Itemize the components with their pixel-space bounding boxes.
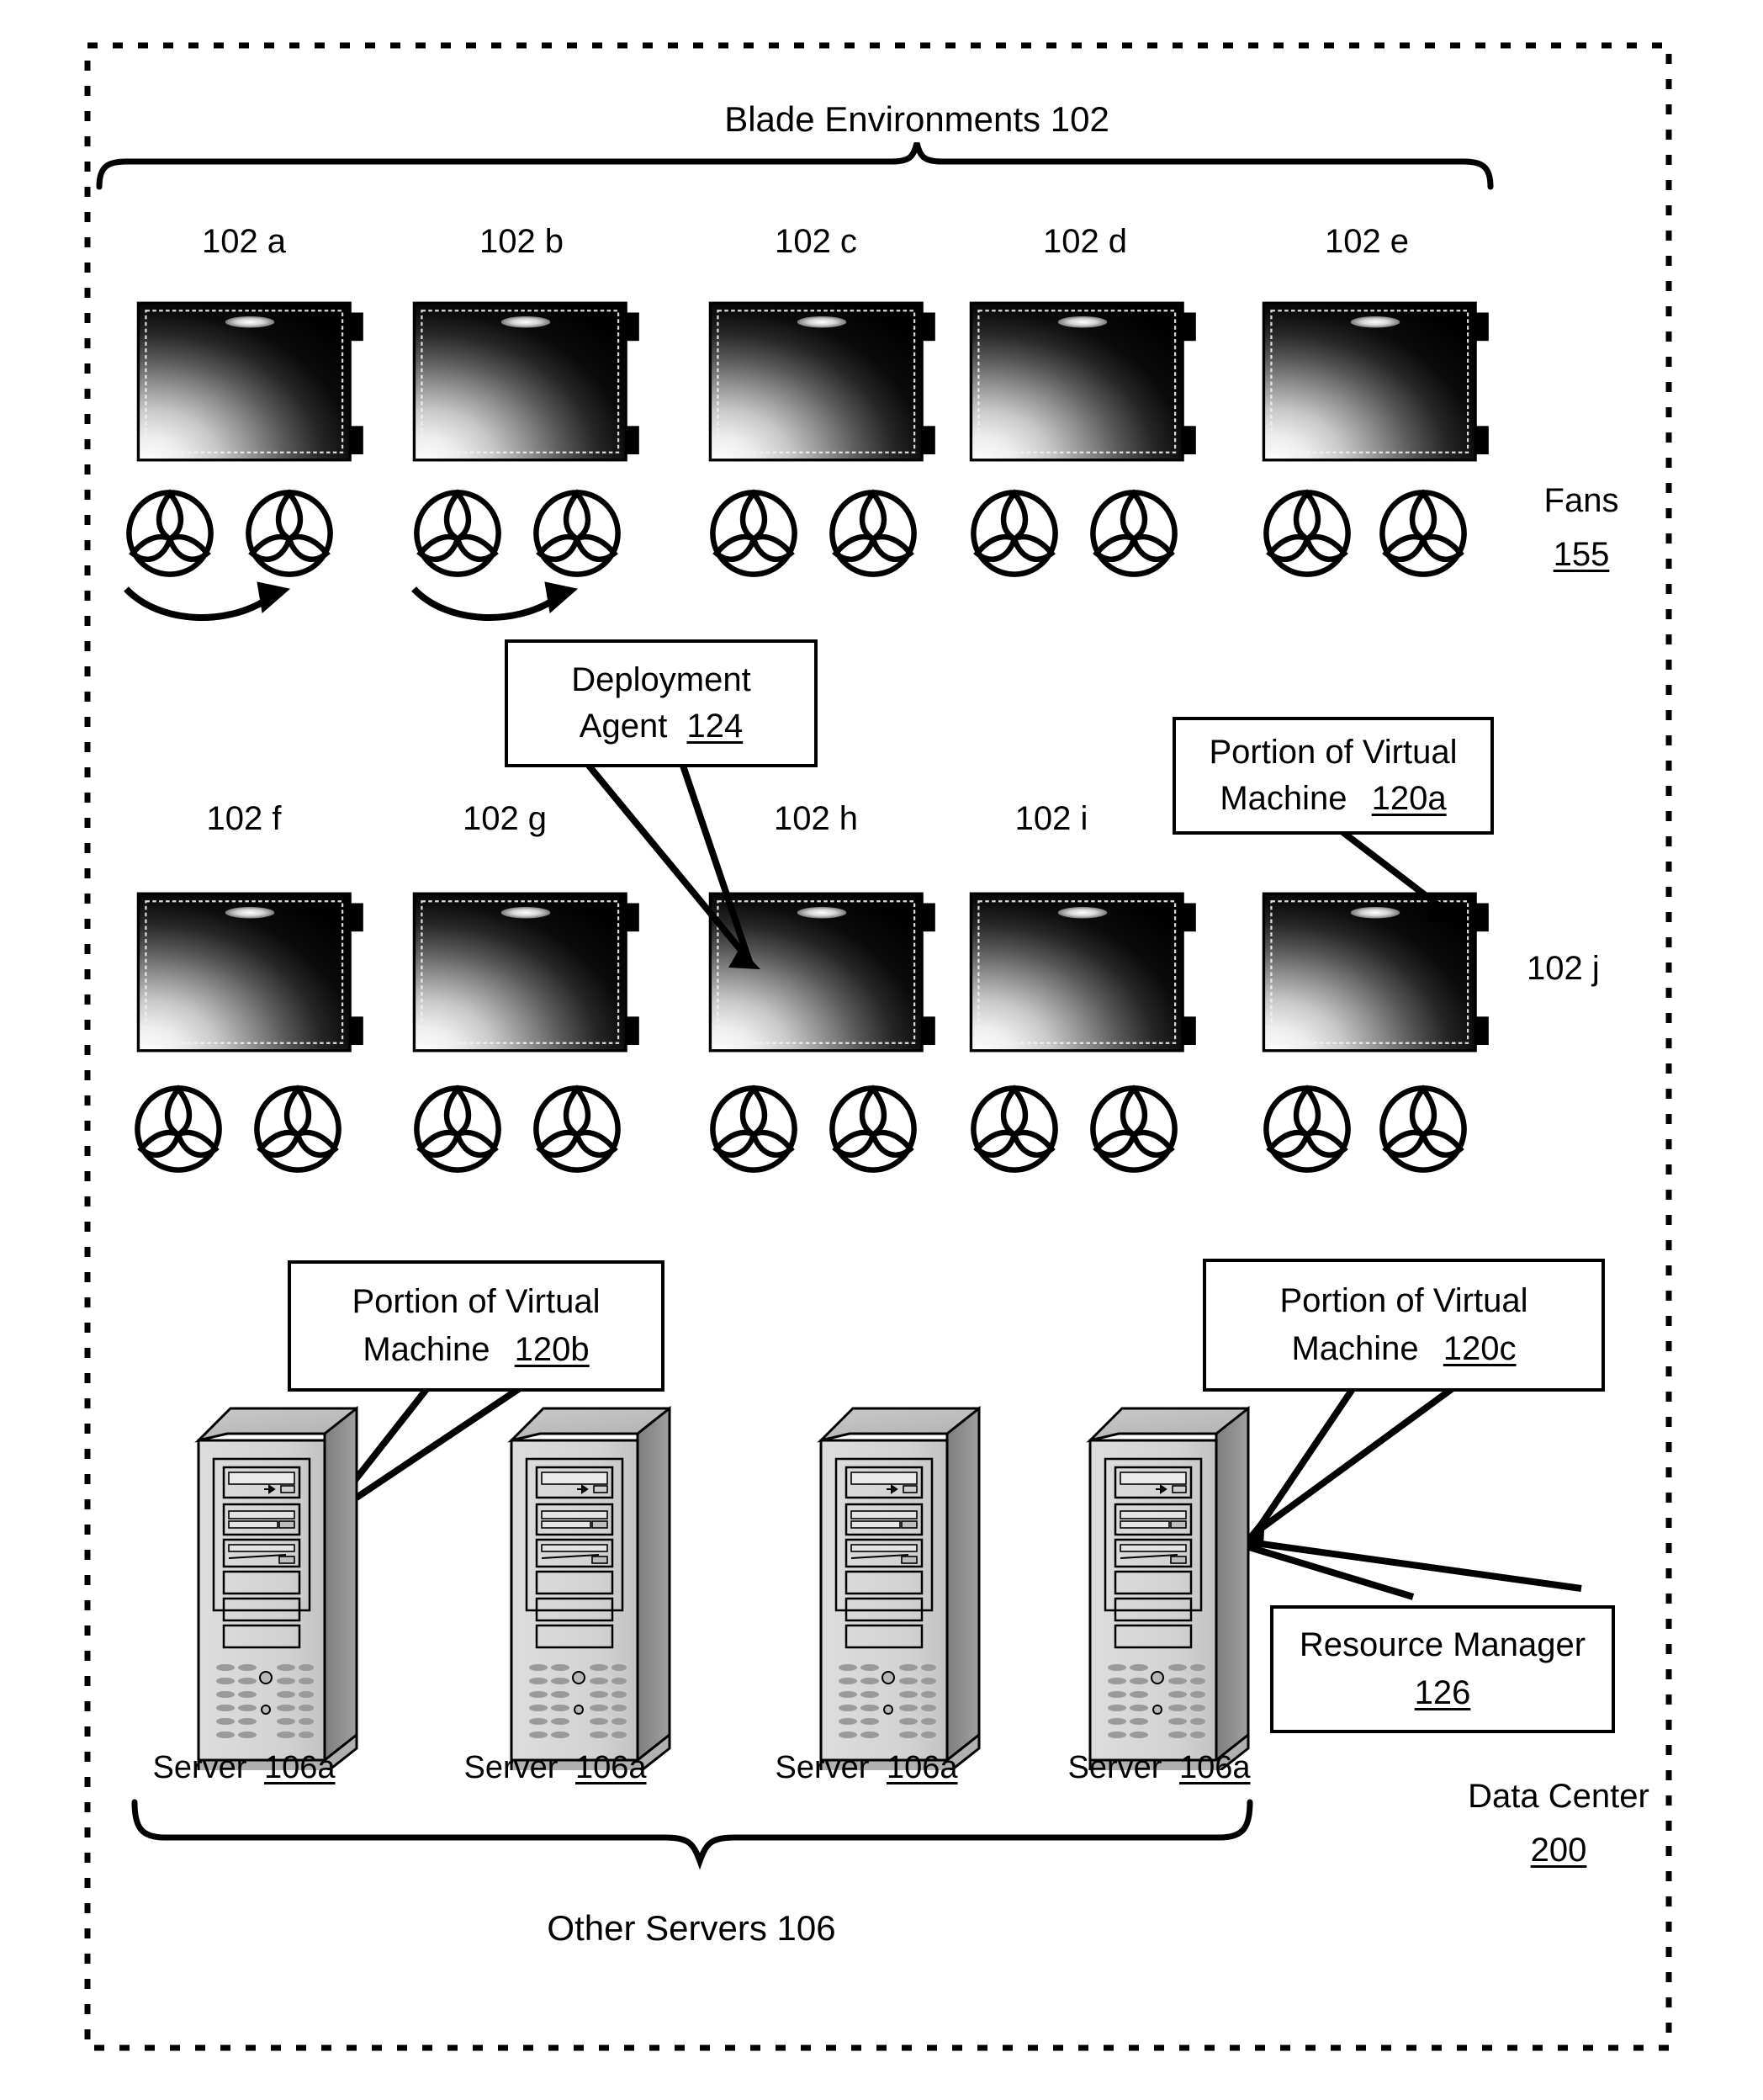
rotation-arrow-icon [124, 581, 291, 621]
callout-vm-120c-line2: Machine 120c [1291, 1330, 1516, 1368]
blade-label-102a: 102 a [201, 223, 287, 260]
blade-label-102f: 102 f [206, 800, 282, 837]
callout-vm-120a-text: Machine [1220, 780, 1347, 817]
callout-vm-120b-line2: Machine 120b [363, 1331, 589, 1369]
callout-deployment-agent-line1: Deployment [571, 661, 751, 698]
server-label-2-text: Server [463, 1750, 559, 1785]
vm120c-leader [1252, 1383, 1458, 1536]
blade-102e-icon [1262, 301, 1489, 462]
callout-vm-120a-line2: Machine 120a [1220, 780, 1446, 818]
fan-icon [536, 492, 617, 574]
callout-vm-120c[interactable]: Portion of Virtual Machine 120c [1203, 1259, 1605, 1392]
blade-102f-icon [136, 892, 363, 1053]
fan-icon [536, 1088, 617, 1169]
rotation-arrow-icon [411, 581, 579, 621]
fan-icon [257, 1088, 338, 1169]
callout-resource-manager-ref: 126 [1414, 1674, 1471, 1711]
fan-icon [1093, 492, 1174, 574]
figure-canvas: Blade Environments 102 102 a 102 b 102 c… [0, 0, 1763, 2100]
blade-102d-icon [969, 301, 1196, 462]
server-label-1-ref: 106a [263, 1750, 336, 1785]
fan-icon [712, 1088, 794, 1169]
fan-icon [712, 492, 794, 574]
server-label-3-ref: 106a [886, 1750, 958, 1785]
data-center-label-text: Data Center [1468, 1778, 1649, 1815]
callout-vm-120b-ref: 120b [514, 1331, 590, 1368]
callout-deployment-agent[interactable]: Deployment Agent 124 [505, 639, 818, 767]
data-center-label-ref: 200 [1530, 1832, 1587, 1869]
fans-label-text: Fans [1543, 482, 1619, 519]
callout-vm-120b-line1: Portion of Virtual [352, 1283, 601, 1320]
resource-manager-leader [1242, 1538, 1582, 1600]
server-label-4: Server 106a [1067, 1750, 1250, 1787]
callout-vm-120c-ref: 120c [1443, 1330, 1517, 1367]
fan-icon [1266, 492, 1347, 574]
fan-icon [1382, 492, 1464, 574]
callout-vm-120c-line1: Portion of Virtual [1279, 1282, 1528, 1319]
server-label-4-ref: 106a [1178, 1750, 1251, 1785]
blade-label-102g: 102 g [462, 800, 548, 837]
server-label-3-text: Server [775, 1750, 870, 1785]
fan-icon [416, 492, 498, 574]
fan-icon [137, 1088, 219, 1169]
bottom-brace [131, 1799, 1253, 1870]
fans-label-ref: 155 [1553, 536, 1610, 573]
fan-icon [973, 492, 1055, 574]
blade-label-102d: 102 d [1042, 223, 1128, 260]
fan-icon [1266, 1088, 1347, 1169]
data-center-label: Data Center 200 [1445, 1777, 1672, 1869]
blade-label-102h: 102 h [773, 800, 859, 837]
callout-deployment-agent-ref: 124 [686, 708, 744, 745]
fan-icon [832, 492, 913, 574]
callout-resource-manager-line1: Resource Manager [1299, 1626, 1586, 1663]
blade-102b-icon [412, 301, 639, 462]
fan-icon [129, 492, 210, 574]
blade-label-102j: 102 j [1527, 950, 1600, 987]
server-label-2-ref: 106a [574, 1750, 647, 1785]
blade-label-102b: 102 b [479, 223, 564, 260]
fan-icon [248, 492, 330, 574]
blade-102i-icon [969, 892, 1196, 1053]
fan-icon [832, 1088, 913, 1169]
callout-vm-120b[interactable]: Portion of Virtual Machine 120b [288, 1260, 664, 1392]
callout-resource-manager[interactable]: Resource Manager 126 [1270, 1605, 1615, 1733]
server-label-3: Server 106a [775, 1750, 957, 1787]
blade-102h-icon [708, 892, 935, 1053]
blade-label-102c: 102 c [775, 223, 857, 260]
fan-icon [416, 1088, 498, 1169]
callout-vm-120a-ref: 120a [1371, 780, 1447, 817]
server-label-1-text: Server [152, 1750, 247, 1785]
top-brace [96, 142, 1494, 190]
callout-vm-120a-line1: Portion of Virtual [1209, 734, 1458, 771]
callout-vm-120b-text: Machine [363, 1331, 490, 1368]
fan-icon [1382, 1088, 1464, 1169]
fan-icon [973, 1088, 1055, 1169]
server-label-4-text: Server [1067, 1750, 1162, 1785]
vm120b-leader [319, 1385, 522, 1525]
blade-label-102i: 102 i [1014, 800, 1088, 837]
blade-label-102e: 102 e [1324, 223, 1410, 260]
blade-102a-icon [136, 301, 363, 462]
blade-102c-icon [708, 301, 935, 462]
figure-title: Blade Environments 102 [724, 99, 1109, 139]
fan-icon [1093, 1088, 1174, 1169]
blade-102g-icon [412, 892, 639, 1053]
other-servers-label: Other Servers 106 [547, 1908, 836, 1948]
server-label-2: Server 106a [463, 1750, 646, 1787]
callout-deployment-agent-line2: Agent 124 [580, 708, 743, 745]
server-label-1: Server 106a [152, 1750, 335, 1787]
callout-vm-120a[interactable]: Portion of Virtual Machine 120a [1173, 717, 1494, 835]
fans-label-group: Fans 155 [1506, 481, 1657, 574]
vm120b-arrowhead [310, 1503, 333, 1533]
callout-deployment-agent-text: Agent [579, 708, 668, 745]
callout-vm-120c-text: Machine [1291, 1330, 1419, 1367]
